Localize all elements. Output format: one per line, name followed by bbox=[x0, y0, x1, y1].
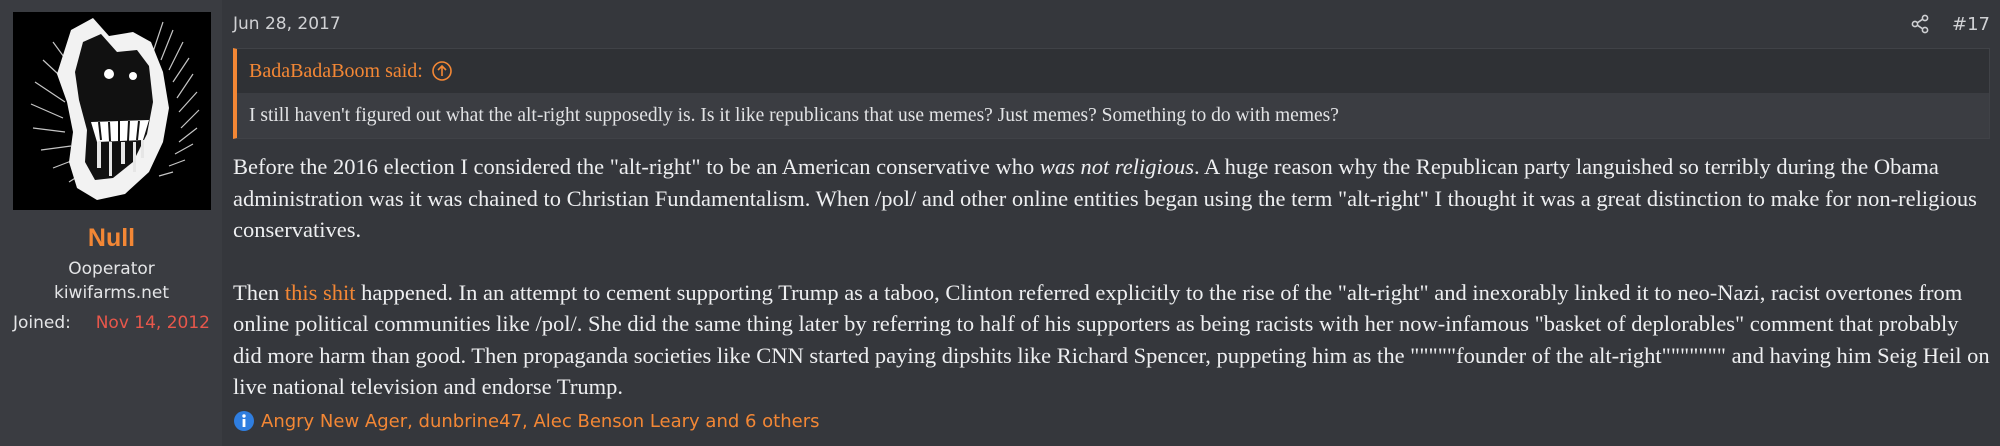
joined-date: Nov 14, 2012 bbox=[95, 313, 210, 333]
post-date[interactable]: Jun 28, 2017 bbox=[233, 14, 341, 34]
post: Null Ooperator kiwifarms.net Joined: Nov… bbox=[0, 0, 2000, 446]
message-paragraph: Before the 2016 election I considered th… bbox=[233, 151, 1990, 246]
message-paragraph: Then this shit happened. In an attempt t… bbox=[233, 277, 1990, 403]
username[interactable]: Null bbox=[13, 224, 210, 253]
info-icon bbox=[234, 411, 254, 431]
message-text: Before the 2016 election I considered th… bbox=[233, 154, 1040, 179]
quote-header: BadaBadaBoom said: bbox=[237, 49, 1989, 93]
message-text: happened. In an attempt to cement suppor… bbox=[233, 279, 1990, 400]
quote-block: BadaBadaBoom said: I still haven't figur… bbox=[233, 48, 1990, 139]
quote-arrow-icon[interactable] bbox=[431, 60, 453, 82]
share-icon[interactable] bbox=[1910, 14, 1930, 34]
post-header: Jun 28, 2017 #17 bbox=[233, 0, 1990, 48]
reactions-list[interactable]: Angry New Ager, dunbrine47, Alec Benson … bbox=[261, 411, 820, 432]
message-link[interactable]: this shit bbox=[285, 280, 356, 305]
user-title: Ooperator bbox=[68, 259, 155, 279]
message-emphasis: was not religious bbox=[1039, 154, 1195, 179]
quote-attribution[interactable]: BadaBadaBoom said: bbox=[249, 60, 423, 83]
user-site: kiwifarms.net bbox=[53, 283, 169, 303]
message-text: Then bbox=[233, 279, 285, 305]
avatar[interactable] bbox=[13, 12, 211, 210]
post-number[interactable]: #17 bbox=[1952, 14, 1990, 35]
reactions-bar: Angry New Ager, dunbrine47, Alec Benson … bbox=[233, 410, 820, 432]
joined-row: Joined: Nov 14, 2012 bbox=[13, 313, 210, 333]
post-actions: #17 bbox=[1910, 14, 1990, 35]
post-message: Before the 2016 election I considered th… bbox=[233, 151, 1990, 403]
post-main: Jun 28, 2017 #17 BadaBadaBoom said: I st… bbox=[222, 0, 2000, 446]
quote-text: I still haven't figured out what the alt… bbox=[237, 93, 1989, 138]
joined-label: Joined: bbox=[13, 313, 71, 333]
user-sidebar: Null Ooperator kiwifarms.net Joined: Nov… bbox=[0, 0, 222, 446]
